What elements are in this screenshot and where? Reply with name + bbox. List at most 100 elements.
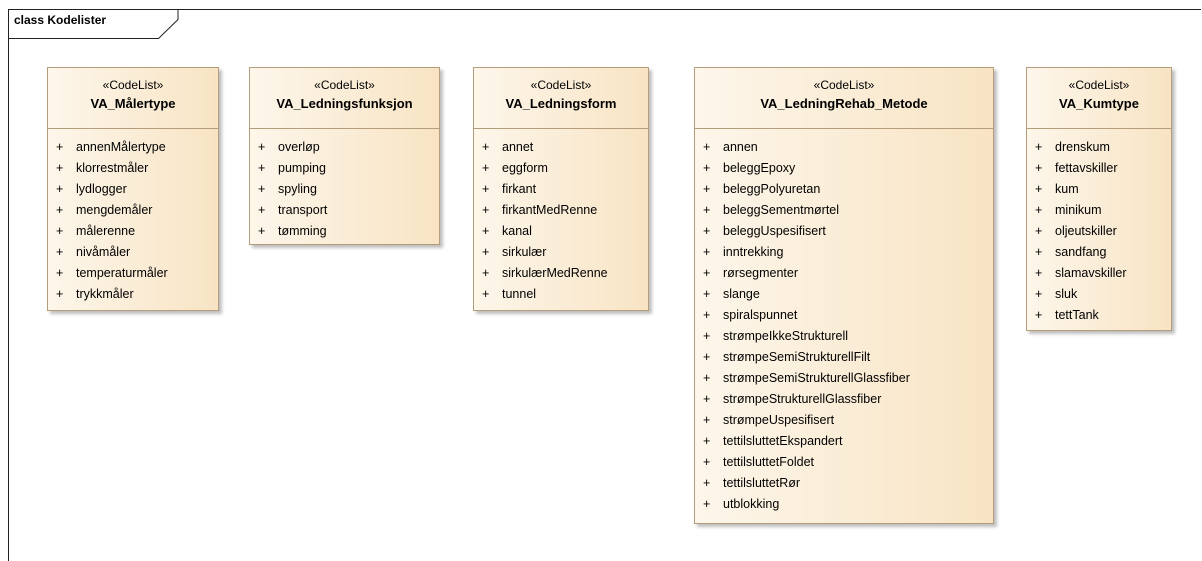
- attribute-row[interactable]: + tettTank: [1027, 305, 1171, 326]
- attribute-row[interactable]: + beleggUspesifisert: [695, 221, 993, 242]
- attribute-row[interactable]: + tømming: [250, 221, 439, 242]
- attribute-row[interactable]: + slamavskiller: [1027, 263, 1171, 284]
- visibility-marker: +: [1035, 140, 1043, 154]
- attribute-name: spyling: [278, 182, 317, 196]
- class-box[interactable]: «CodeList» VA_LedningRehab_Metode + annen + b…: [694, 67, 994, 524]
- attribute-row[interactable]: + klorrestmåler: [48, 158, 218, 179]
- attribute-name: transport: [278, 203, 328, 217]
- attribute-row[interactable]: + sirkulær: [474, 242, 648, 263]
- visibility-marker: +: [703, 140, 711, 154]
- attribute-name: tettTank: [1055, 308, 1099, 322]
- class-stereotype: «CodeList»: [813, 78, 875, 92]
- attribute-row[interactable]: + tunnel: [474, 284, 648, 305]
- attribute-row[interactable]: + slange: [695, 284, 993, 305]
- attribute-row[interactable]: + spiralspunnet: [695, 305, 993, 326]
- attribute-row[interactable]: + drenskum: [1027, 137, 1171, 158]
- attribute-row[interactable]: + sirkulærMedRenne: [474, 263, 648, 284]
- attribute-row[interactable]: + annenMålertype: [48, 137, 218, 158]
- attribute-row[interactable]: + beleggPolyuretan: [695, 179, 993, 200]
- attribute-list: + overløp + pumping + spyling + transport + tømmi…: [250, 129, 439, 242]
- attribute-name: tettilsluttetRør: [723, 476, 801, 490]
- attribute-row[interactable]: + tettilsluttetRør: [695, 473, 993, 494]
- class-box[interactable]: «CodeList» VA_Kumtype + drenskum + fettavskil…: [1026, 67, 1172, 331]
- attribute-name: overløp: [278, 140, 320, 154]
- attribute-name: rørsegmenter: [723, 266, 799, 280]
- attribute-name: sirkulær: [502, 245, 547, 259]
- visibility-marker: +: [703, 497, 711, 511]
- visibility-marker: +: [703, 308, 711, 322]
- attribute-row[interactable]: + sluk: [1027, 284, 1171, 305]
- attribute-row[interactable]: + beleggSementmørtel: [695, 200, 993, 221]
- attribute-name: nivåmåler: [76, 245, 131, 259]
- attribute-row[interactable]: + strømpeUspesifisert: [695, 410, 993, 431]
- attribute-name: beleggSementmørtel: [723, 203, 840, 217]
- class-name: VA_Målertype: [90, 96, 176, 111]
- attribute-row[interactable]: + strømpeSemiStrukturellGlassfiber: [695, 368, 993, 389]
- class-stereotype: «CodeList»: [1068, 78, 1130, 92]
- attribute-row[interactable]: + annen: [695, 137, 993, 158]
- attribute-row[interactable]: + pumping: [250, 158, 439, 179]
- visibility-marker: +: [482, 182, 490, 196]
- visibility-marker: +: [482, 140, 490, 154]
- attribute-row[interactable]: + tettilsluttetFoldet: [695, 452, 993, 473]
- attribute-row[interactable]: + kanal: [474, 221, 648, 242]
- attribute-row[interactable]: + kum: [1027, 179, 1171, 200]
- attribute-row[interactable]: + nivåmåler: [48, 242, 218, 263]
- attribute-row[interactable]: + strømpeSemiStrukturellFilt: [695, 347, 993, 368]
- class-stereotype: «CodeList»: [102, 78, 164, 92]
- class-header: «CodeList» VA_Ledningsform: [474, 68, 648, 129]
- attribute-row[interactable]: + rørsegmenter: [695, 263, 993, 284]
- attribute-row[interactable]: + inntrekking: [695, 242, 993, 263]
- attribute-row[interactable]: + firkant: [474, 179, 648, 200]
- class-box[interactable]: «CodeList» VA_Ledningsfunksjon + overløp + pu…: [249, 67, 440, 245]
- visibility-marker: +: [258, 224, 266, 238]
- visibility-marker: +: [56, 245, 64, 259]
- attribute-name: strømpeSemiStrukturellGlassfiber: [723, 371, 910, 385]
- class-stereotype: «CodeList»: [530, 78, 592, 92]
- class-box[interactable]: «CodeList» VA_Ledningsform + annet + eggform +…: [473, 67, 649, 311]
- class-box[interactable]: «CodeList» VA_Målertype + annenMålertype + kl…: [47, 67, 219, 311]
- attribute-row[interactable]: + sandfang: [1027, 242, 1171, 263]
- attribute-name: fettavskiller: [1055, 161, 1118, 175]
- attribute-row[interactable]: + transport: [250, 200, 439, 221]
- attribute-row[interactable]: + spyling: [250, 179, 439, 200]
- attribute-row[interactable]: + tettilsluttetEkspandert: [695, 431, 993, 452]
- attribute-row[interactable]: + mengdemåler: [48, 200, 218, 221]
- visibility-marker: +: [703, 371, 711, 385]
- attribute-name: annenMålertype: [76, 140, 166, 154]
- class-name: VA_Ledningsform: [505, 96, 617, 111]
- class-header: «CodeList» VA_Kumtype: [1027, 68, 1171, 129]
- class-name: VA_LedningRehab_Metode: [760, 96, 928, 111]
- attribute-row[interactable]: + lydlogger: [48, 179, 218, 200]
- attribute-row[interactable]: + beleggEpoxy: [695, 158, 993, 179]
- attribute-row[interactable]: + trykkmåler: [48, 284, 218, 305]
- attribute-row[interactable]: + strømpeStrukturellGlassfiber: [695, 389, 993, 410]
- attribute-row[interactable]: + minikum: [1027, 200, 1171, 221]
- attribute-name: firkantMedRenne: [502, 203, 598, 217]
- visibility-marker: +: [258, 161, 266, 175]
- attribute-name: lydlogger: [76, 182, 127, 196]
- attribute-row[interactable]: + eggform: [474, 158, 648, 179]
- attribute-row[interactable]: + overløp: [250, 137, 439, 158]
- attribute-row[interactable]: + annet: [474, 137, 648, 158]
- attribute-name: målerenne: [76, 224, 136, 238]
- attribute-name: utblokking: [723, 497, 780, 511]
- attribute-name: minikum: [1055, 203, 1102, 217]
- attribute-row[interactable]: + temperaturmåler: [48, 263, 218, 284]
- visibility-marker: +: [703, 392, 711, 406]
- attribute-name: annen: [723, 140, 758, 154]
- attribute-name: strømpeStrukturellGlassfiber: [723, 392, 882, 406]
- visibility-marker: +: [56, 203, 64, 217]
- attribute-row[interactable]: + fettavskiller: [1027, 158, 1171, 179]
- visibility-marker: +: [703, 434, 711, 448]
- attribute-row[interactable]: + oljeutskiller: [1027, 221, 1171, 242]
- attribute-name: mengdemåler: [76, 203, 153, 217]
- attribute-row[interactable]: + firkantMedRenne: [474, 200, 648, 221]
- visibility-marker: +: [703, 224, 711, 238]
- attribute-row[interactable]: + målerenne: [48, 221, 218, 242]
- class-header: «CodeList» VA_LedningRehab_Metode: [695, 68, 993, 129]
- visibility-marker: +: [703, 182, 711, 196]
- attribute-name: drenskum: [1055, 140, 1110, 154]
- attribute-row[interactable]: + utblokking: [695, 494, 993, 515]
- attribute-row[interactable]: + strømpeIkkeStrukturell: [695, 326, 993, 347]
